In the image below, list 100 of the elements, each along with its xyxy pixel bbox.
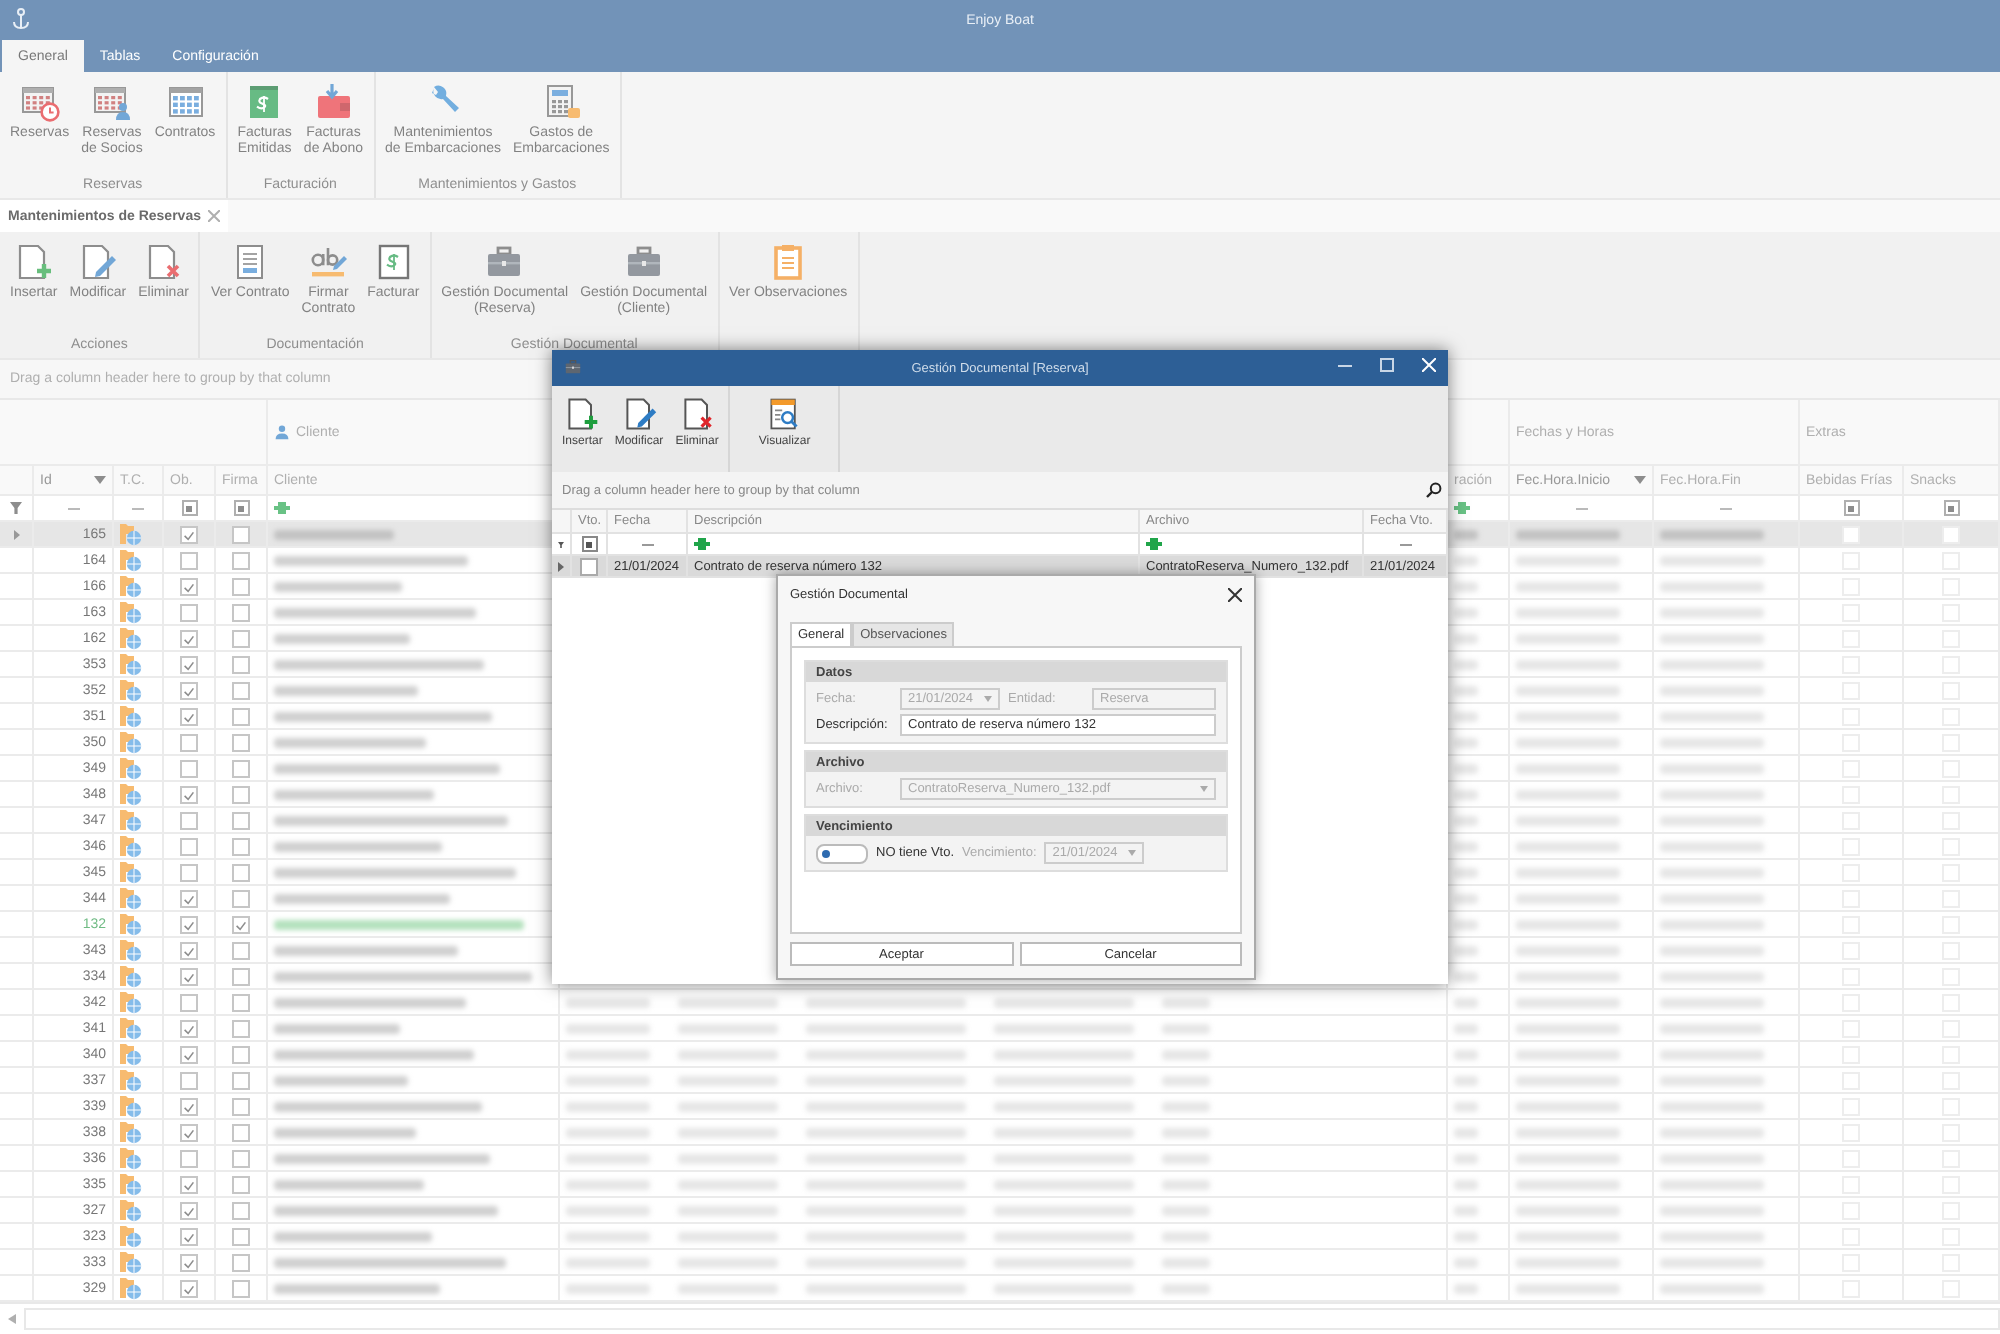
blurred-text: [1660, 893, 1764, 903]
checkbox[interactable]: [232, 1019, 250, 1037]
checkbox[interactable]: [180, 1175, 198, 1193]
filter-operator-icon: [694, 538, 710, 550]
checkbox[interactable]: [180, 1279, 198, 1297]
checkbox[interactable]: [180, 863, 198, 881]
checkbox[interactable]: [232, 915, 250, 933]
close-icon[interactable]: [1228, 588, 1242, 602]
blurred-text: [274, 529, 394, 539]
filter-checkbox[interactable]: [233, 500, 249, 516]
checkbox[interactable]: [232, 733, 250, 751]
checkbox[interactable]: [232, 707, 250, 725]
checkbox[interactable]: [180, 655, 198, 673]
checkbox[interactable]: [180, 1045, 198, 1063]
blurred-text: [1516, 659, 1620, 669]
filter-icon[interactable]: [10, 502, 22, 514]
filter-checkbox[interactable]: [1843, 500, 1859, 516]
checkbox[interactable]: [180, 941, 198, 959]
checkbox[interactable]: [232, 759, 250, 777]
checkbox[interactable]: [232, 1227, 250, 1245]
checkbox[interactable]: [180, 1149, 198, 1167]
checkbox[interactable]: [232, 525, 250, 543]
blurred-text: [1660, 841, 1764, 851]
filter-checkbox[interactable]: [1943, 500, 1959, 516]
checkbox[interactable]: [232, 863, 250, 881]
checkbox[interactable]: [232, 629, 250, 647]
checkbox[interactable]: [232, 785, 250, 803]
briefcase-icon: [623, 242, 664, 282]
checkbox[interactable]: [232, 1279, 250, 1297]
dropdown-caret-icon: [1200, 786, 1208, 792]
blurred-text: [1162, 1101, 1210, 1111]
checkbox[interactable]: [232, 1123, 250, 1141]
checkbox[interactable]: [180, 1123, 198, 1141]
checkbox[interactable]: [232, 577, 250, 595]
folder-globe-icon: [120, 965, 142, 987]
scroll-left-icon[interactable]: [8, 1314, 16, 1324]
checkbox[interactable]: [232, 1149, 250, 1167]
checkbox[interactable]: [180, 681, 198, 699]
maximize-icon[interactable]: [1380, 358, 1394, 372]
folder-globe-icon: [120, 1251, 142, 1273]
folder-globe-icon: [120, 991, 142, 1013]
blurred-text: [994, 1049, 1134, 1059]
checkbox[interactable]: [180, 577, 198, 595]
checkbox[interactable]: [232, 993, 250, 1011]
blurred-text: [1516, 919, 1620, 929]
checkbox[interactable]: [180, 837, 198, 855]
checkbox[interactable]: [180, 551, 198, 569]
checkbox[interactable]: [232, 811, 250, 829]
checkbox[interactable]: [232, 603, 250, 621]
blurred-text: [566, 1075, 650, 1085]
checkbox[interactable]: [580, 557, 598, 575]
folder-globe-icon: [120, 731, 142, 753]
folder-globe-icon: [120, 1043, 142, 1065]
checkbox[interactable]: [180, 629, 198, 647]
checkbox[interactable]: [180, 1097, 198, 1115]
folder-globe-icon: [120, 1017, 142, 1039]
filter-operator-icon: [1146, 538, 1162, 550]
checkbox[interactable]: [232, 1045, 250, 1063]
checkbox[interactable]: [180, 889, 198, 907]
checkbox[interactable]: [232, 967, 250, 985]
checkbox[interactable]: [180, 1227, 198, 1245]
checkbox[interactable]: [232, 889, 250, 907]
search-icon[interactable]: [1426, 482, 1442, 498]
checkbox[interactable]: [180, 1019, 198, 1037]
checkbox[interactable]: [180, 785, 198, 803]
checkbox[interactable]: [180, 967, 198, 985]
checkbox[interactable]: [180, 1201, 198, 1219]
checkbox[interactable]: [180, 915, 198, 933]
checkbox[interactable]: [180, 525, 198, 543]
blurred-text: [1454, 945, 1478, 955]
checkbox[interactable]: [180, 733, 198, 751]
toggle-switch[interactable]: [816, 843, 868, 863]
filter-checkbox[interactable]: [181, 500, 197, 516]
checkbox[interactable]: [180, 1071, 198, 1089]
checkbox[interactable]: [232, 681, 250, 699]
checkbox[interactable]: [232, 837, 250, 855]
checkbox[interactable]: [180, 993, 198, 1011]
blurred-text: [1454, 997, 1478, 1007]
blurred-text: [1660, 1179, 1764, 1189]
blurred-text: [1660, 867, 1764, 877]
checkbox[interactable]: [232, 941, 250, 959]
checkbox[interactable]: [180, 759, 198, 777]
checkbox[interactable]: [232, 1175, 250, 1193]
checkbox[interactable]: [232, 1253, 250, 1271]
checkbox[interactable]: [180, 811, 198, 829]
checkbox[interactable]: [180, 603, 198, 621]
filter-checkbox[interactable]: [581, 536, 597, 552]
blurred-text: [1454, 1023, 1478, 1033]
blurred-text: [1516, 1023, 1620, 1033]
blurred-text: [1516, 815, 1620, 825]
checkbox[interactable]: [232, 551, 250, 569]
blurred-text: [1162, 1283, 1210, 1293]
checkbox[interactable]: [180, 1253, 198, 1271]
checkbox[interactable]: [232, 655, 250, 673]
row-indicator-icon: [13, 529, 19, 539]
checkbox[interactable]: [180, 707, 198, 725]
checkbox[interactable]: [232, 1097, 250, 1115]
checkbox[interactable]: [232, 1201, 250, 1219]
blurred-text: [1162, 1049, 1210, 1059]
checkbox[interactable]: [232, 1071, 250, 1089]
